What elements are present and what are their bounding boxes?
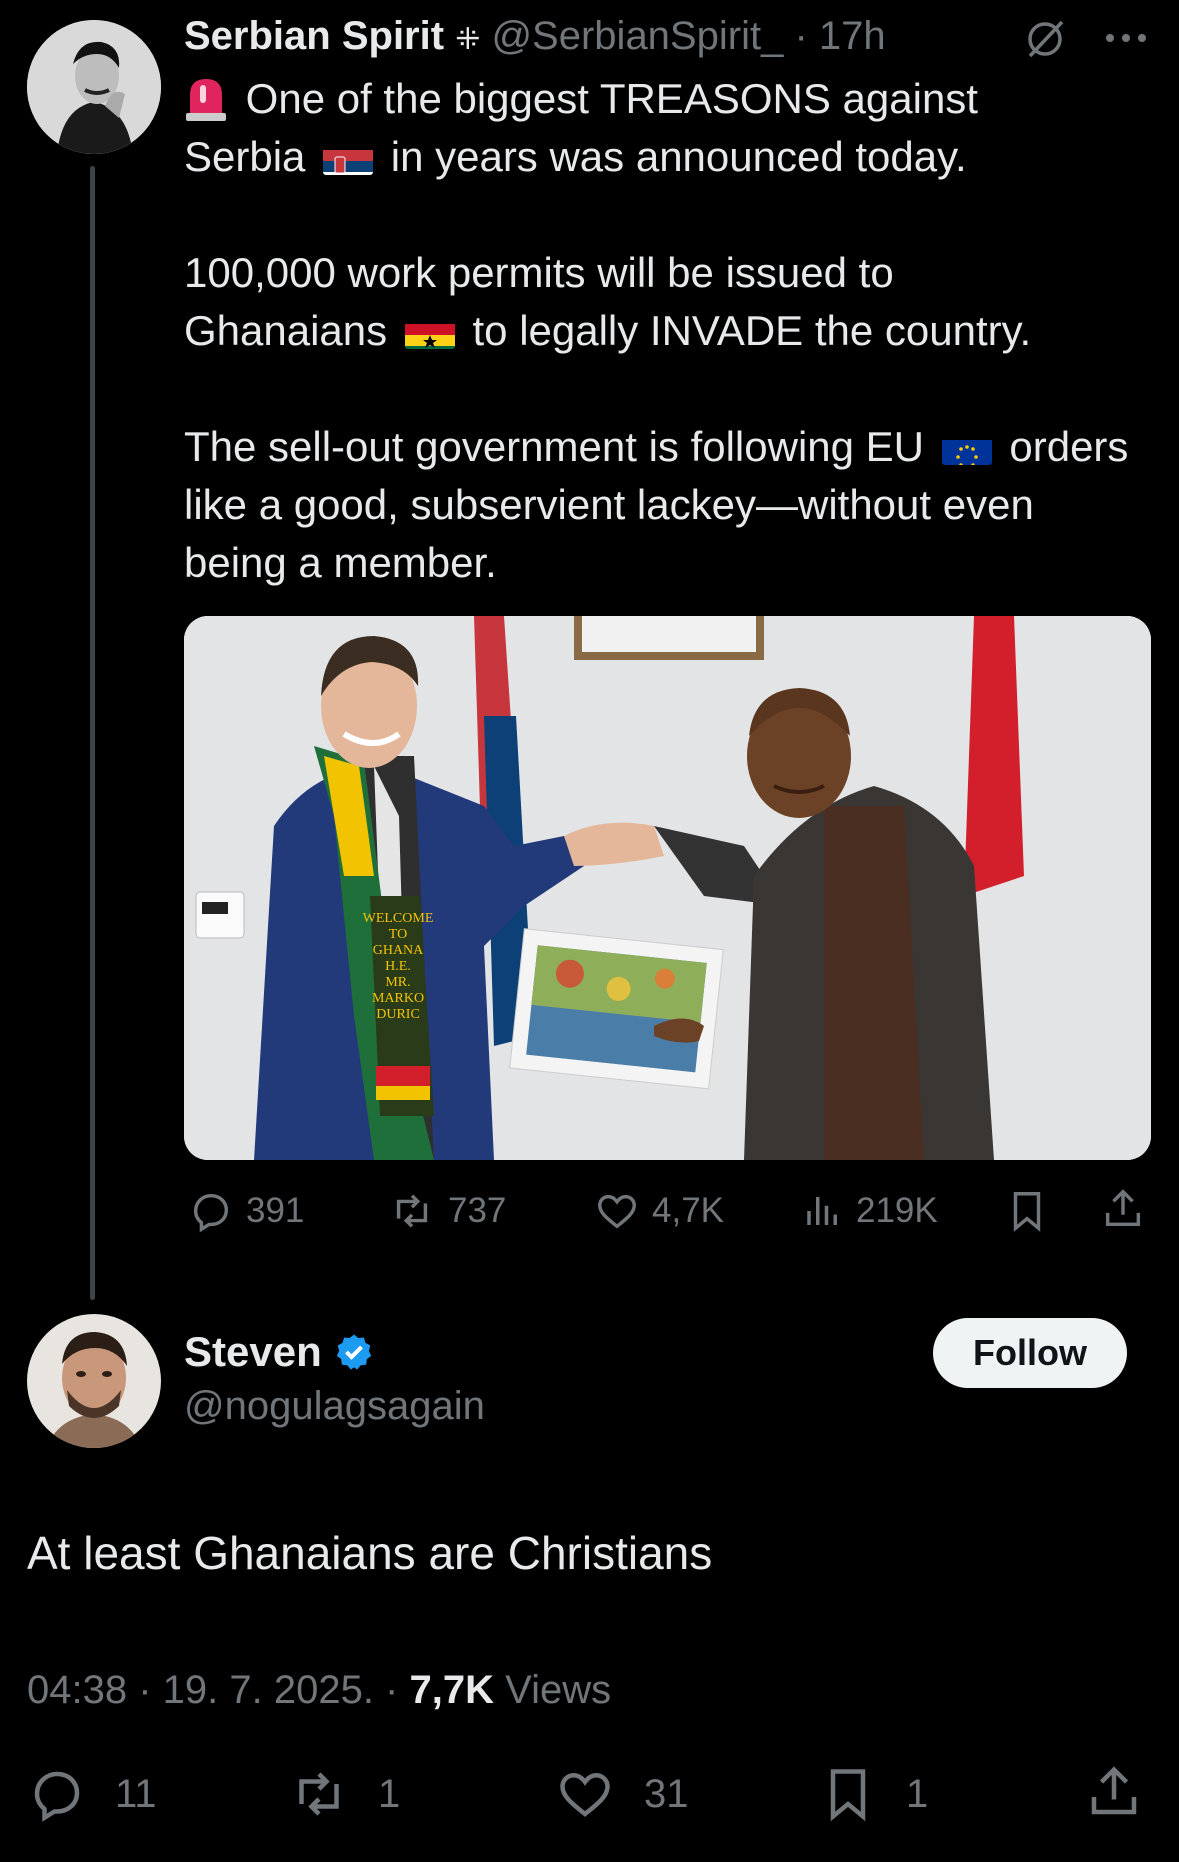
repost-icon (396, 1194, 428, 1228)
views-count: 219K (856, 1191, 938, 1230)
svg-text:DURIC: DURIC (376, 1007, 420, 1022)
views-icon (807, 1197, 837, 1225)
tweet-meta: 04:38 · 19. 7. 2025. · 7,7K Views (27, 1668, 611, 1713)
svg-text:GHANA: GHANA (373, 943, 424, 958)
svg-text:TO: TO (389, 927, 407, 942)
follow-button[interactable]: Follow (933, 1318, 1127, 1388)
reply-icon (193, 1193, 229, 1233)
repost-icon (299, 1772, 339, 1816)
reply-icon (34, 1771, 80, 1822)
bookmark-button[interactable]: 1 (818, 1764, 928, 1824)
bookmark-count: 1 (906, 1771, 929, 1816)
tweet-text-p2-a: 100,000 work permits will be issued to (184, 249, 894, 296)
more-icon[interactable] (1104, 30, 1148, 46)
siren-emoji (184, 75, 228, 123)
like-count: 4,7K (652, 1191, 724, 1230)
share-icon[interactable] (1084, 1762, 1144, 1827)
reply-button[interactable]: 391 (188, 1188, 304, 1234)
tweet-text-p2-b: Ghanaians (184, 307, 388, 354)
svg-text:WELCOME: WELCOME (363, 911, 434, 926)
author-handle[interactable]: @SerbianSpirit_ (491, 14, 783, 58)
like-icon (560, 1772, 610, 1817)
reply-count: 11 (115, 1771, 157, 1816)
like-button[interactable]: 31 (554, 1764, 689, 1824)
tweet-text-line2-a: Serbia (184, 133, 306, 180)
views-button[interactable]: 219K (802, 1188, 938, 1234)
grok-icon[interactable] (1024, 18, 1066, 60)
svg-text:H.E.: H.E. (385, 959, 411, 974)
bookmark-icon[interactable] (1004, 1188, 1050, 1239)
bookmark-icon (830, 1769, 866, 1822)
tweet-text-p3-a: The sell-out government is following EU (184, 423, 925, 470)
views-label: Views (505, 1668, 612, 1712)
author-name[interactable]: Serbian Spirit (184, 14, 444, 58)
serbia-flag (323, 141, 374, 175)
thread-connector-line (90, 166, 95, 1300)
tweet-header: Serbian Spirit ⁜ @SerbianSpirit_ · 17h (184, 14, 886, 59)
tweet-image[interactable]: WELCOME TO GHANA H.E. MR. MARKO DURIC (184, 616, 1151, 1160)
repost-button[interactable]: 737 (388, 1188, 506, 1234)
reply-author: Steven (184, 1328, 374, 1376)
share-icon[interactable] (1100, 1186, 1146, 1237)
reply-count: 391 (246, 1191, 305, 1230)
svg-text:MARKO: MARKO (372, 991, 424, 1006)
author-badge: ⁜ (455, 23, 481, 56)
tweet-text-line1: One of the biggest TREASONS against (245, 75, 978, 122)
eu-flag (941, 431, 992, 465)
svg-text:MR.: MR. (385, 975, 410, 990)
separator: · (794, 14, 808, 58)
author-handle[interactable]: @nogulagsagain (184, 1384, 485, 1429)
avatar[interactable] (27, 1314, 161, 1448)
views-count: 7,7K (409, 1668, 495, 1712)
verified-icon (334, 1332, 374, 1372)
ghana-flag (404, 315, 455, 349)
timestamp[interactable]: 04:38 · 19. 7. 2025. · (27, 1668, 398, 1712)
tweet-time[interactable]: 17h (819, 14, 886, 58)
like-icon (598, 1194, 636, 1229)
like-button[interactable]: 4,7K (594, 1188, 724, 1234)
author-name[interactable]: Steven (184, 1328, 322, 1376)
repost-count: 1 (378, 1771, 401, 1816)
tweet-text: One of the biggest TREASONS against Serb… (184, 70, 1144, 592)
repost-count: 737 (448, 1191, 507, 1230)
reply-button[interactable]: 11 (27, 1764, 157, 1824)
like-count: 31 (644, 1771, 689, 1816)
reply-text: At least Ghanaians are Christians (27, 1527, 713, 1579)
avatar[interactable] (27, 20, 161, 154)
tweet-text-line2-b: in years was announced today. (390, 133, 967, 180)
repost-button[interactable]: 1 (288, 1764, 400, 1824)
tweet-text-p2-c: to legally INVADE the country. (472, 307, 1032, 354)
